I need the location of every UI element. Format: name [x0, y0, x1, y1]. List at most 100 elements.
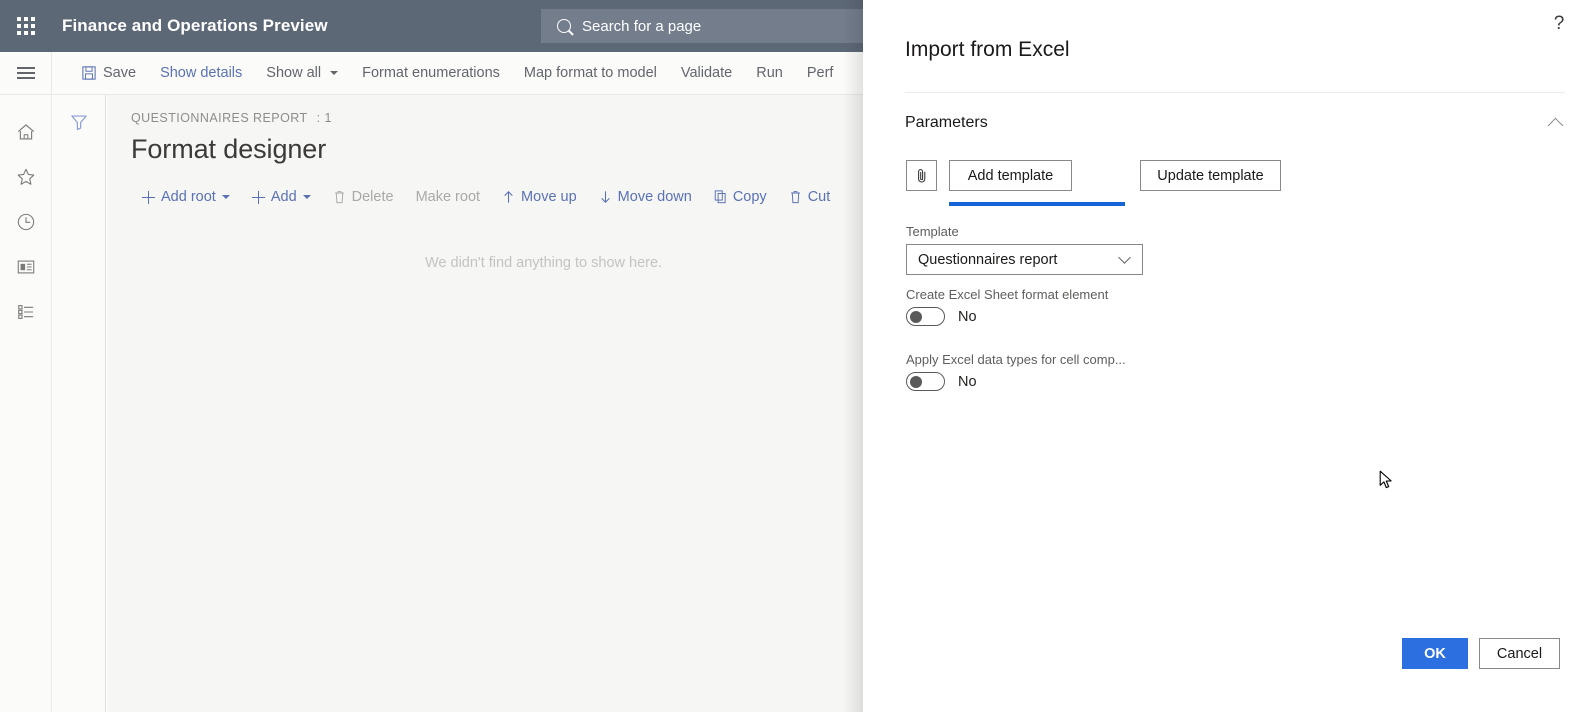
show-all-label: Show all — [266, 65, 322, 81]
rail-item-home[interactable] — [0, 109, 52, 154]
create-sheet-label: Create Excel Sheet format element — [906, 287, 1109, 302]
filter-funnel-icon — [71, 115, 87, 131]
trash-icon — [334, 191, 344, 204]
rail-item-modules[interactable] — [0, 289, 52, 334]
hamburger-icon — [16, 67, 35, 69]
search-icon — [557, 19, 571, 33]
show-details-label: Show details — [160, 65, 243, 81]
app-title: Finance and Operations Preview — [62, 16, 328, 35]
ok-button[interactable]: OK — [1402, 638, 1468, 669]
trash-icon — [790, 191, 800, 204]
clock-icon — [17, 213, 35, 230]
run-label: Run — [756, 65, 783, 81]
waffle-grid-icon — [17, 17, 35, 35]
empty-state-message: We didn't find anything to show here. — [425, 255, 663, 271]
rail-item-favorites[interactable] — [0, 154, 52, 199]
save-label: Save — [103, 65, 137, 81]
apply-types-field: Apply Excel data types for cell comp... … — [906, 352, 1126, 391]
template-select[interactable]: Questionnaires report — [906, 244, 1143, 275]
parameters-section-header[interactable]: Parameters — [905, 106, 1565, 140]
breadcrumb-suffix: : 1 — [316, 111, 332, 125]
paperclip-icon — [917, 168, 925, 182]
arrow-down-icon — [600, 191, 610, 203]
apply-types-label: Apply Excel data types for cell comp... — [906, 352, 1126, 367]
navigation-menu-button[interactable] — [0, 52, 52, 94]
star-icon — [17, 168, 35, 185]
validate-label: Validate — [680, 65, 733, 81]
home-icon — [17, 123, 35, 139]
delete-label: Delete — [351, 189, 394, 205]
add-label: Add — [270, 189, 297, 205]
copy-label: Copy — [732, 189, 767, 205]
breadcrumb-label: QUESTIONNAIRES REPORT — [131, 111, 308, 125]
panel-divider — [905, 92, 1565, 93]
cancel-button[interactable]: Cancel — [1479, 638, 1560, 669]
chevron-up-icon — [1547, 117, 1564, 133]
delete-button: Delete — [322, 183, 405, 211]
show-all-button[interactable]: Show all — [254, 59, 350, 87]
map-format-to-model-button[interactable]: Map format to model — [512, 59, 669, 87]
apply-types-toggle-row: No — [906, 372, 1126, 391]
arrow-up-icon — [504, 191, 513, 203]
help-button[interactable]: ? — [1543, 8, 1575, 40]
panel-footer: OK Cancel — [1402, 638, 1560, 669]
toggle-knob — [910, 375, 922, 388]
chevron-down-icon — [1118, 251, 1131, 264]
apply-types-toggle[interactable] — [906, 372, 945, 391]
add-root-button[interactable]: Add root — [131, 183, 241, 211]
map-format-to-model-label: Map format to model — [523, 65, 657, 81]
add-template-button[interactable]: Add template — [949, 160, 1072, 191]
copy-icon — [714, 190, 726, 204]
create-sheet-toggle[interactable] — [906, 307, 945, 326]
rail-item-recent[interactable] — [0, 199, 52, 244]
add-button[interactable]: Add — [241, 183, 322, 211]
list-icon — [18, 304, 34, 319]
run-button[interactable]: Run — [744, 59, 795, 87]
application-window: Finance and Operations Preview Search fo… — [0, 0, 1589, 712]
app-launcher-button[interactable] — [0, 0, 52, 52]
cut-label: Cut — [807, 189, 831, 205]
attach-file-button[interactable] — [906, 160, 937, 191]
move-down-button[interactable]: Move down — [588, 183, 703, 211]
make-root-label: Make root — [415, 189, 481, 205]
show-details-button[interactable]: Show details — [148, 59, 254, 87]
toggle-knob — [910, 310, 922, 323]
create-sheet-field: Create Excel Sheet format element No — [906, 287, 1108, 326]
panel-title: Import from Excel — [905, 38, 1070, 61]
chevron-down-icon — [330, 71, 339, 75]
template-field: Template Questionnaires report — [906, 224, 1143, 275]
performance-label: Perf — [806, 65, 834, 81]
format-enumerations-button[interactable]: Format enumerations — [350, 59, 512, 87]
template-button-row: Add template Update template — [906, 160, 1281, 191]
left-icon-rail — [0, 95, 52, 712]
plus-icon — [142, 190, 155, 204]
help-icon: ? — [1553, 13, 1565, 34]
performance-button[interactable]: Perf — [795, 59, 846, 87]
validate-button[interactable]: Validate — [669, 59, 744, 87]
command-bar-items: Save Show details Show all Format enumer… — [52, 59, 845, 87]
update-template-button[interactable]: Update template — [1140, 160, 1281, 191]
chevron-down-icon — [221, 195, 230, 199]
active-tab-indicator — [949, 202, 1125, 206]
plus-icon — [251, 190, 265, 204]
copy-button[interactable]: Copy — [703, 183, 778, 211]
format-enumerations-label: Format enumerations — [362, 65, 500, 81]
search-placeholder: Search for a page — [582, 17, 702, 35]
parameters-label: Parameters — [905, 114, 988, 131]
filter-strip — [53, 95, 106, 712]
rail-item-workspaces[interactable] — [0, 244, 52, 289]
move-up-label: Move up — [521, 189, 577, 205]
template-field-label: Template — [906, 224, 959, 239]
move-up-button[interactable]: Move up — [491, 183, 588, 211]
create-sheet-value: No — [958, 308, 977, 325]
move-down-label: Move down — [617, 189, 692, 205]
workspace-icon — [17, 260, 35, 273]
filter-button[interactable] — [62, 107, 96, 137]
save-button[interactable]: Save — [70, 59, 148, 87]
apply-types-value: No — [958, 373, 977, 390]
save-floppy-icon — [82, 66, 96, 80]
cut-button[interactable]: Cut — [778, 183, 842, 211]
template-select-value: Questionnaires report — [918, 251, 1058, 268]
add-root-label: Add root — [161, 189, 216, 205]
make-root-button: Make root — [405, 183, 491, 211]
